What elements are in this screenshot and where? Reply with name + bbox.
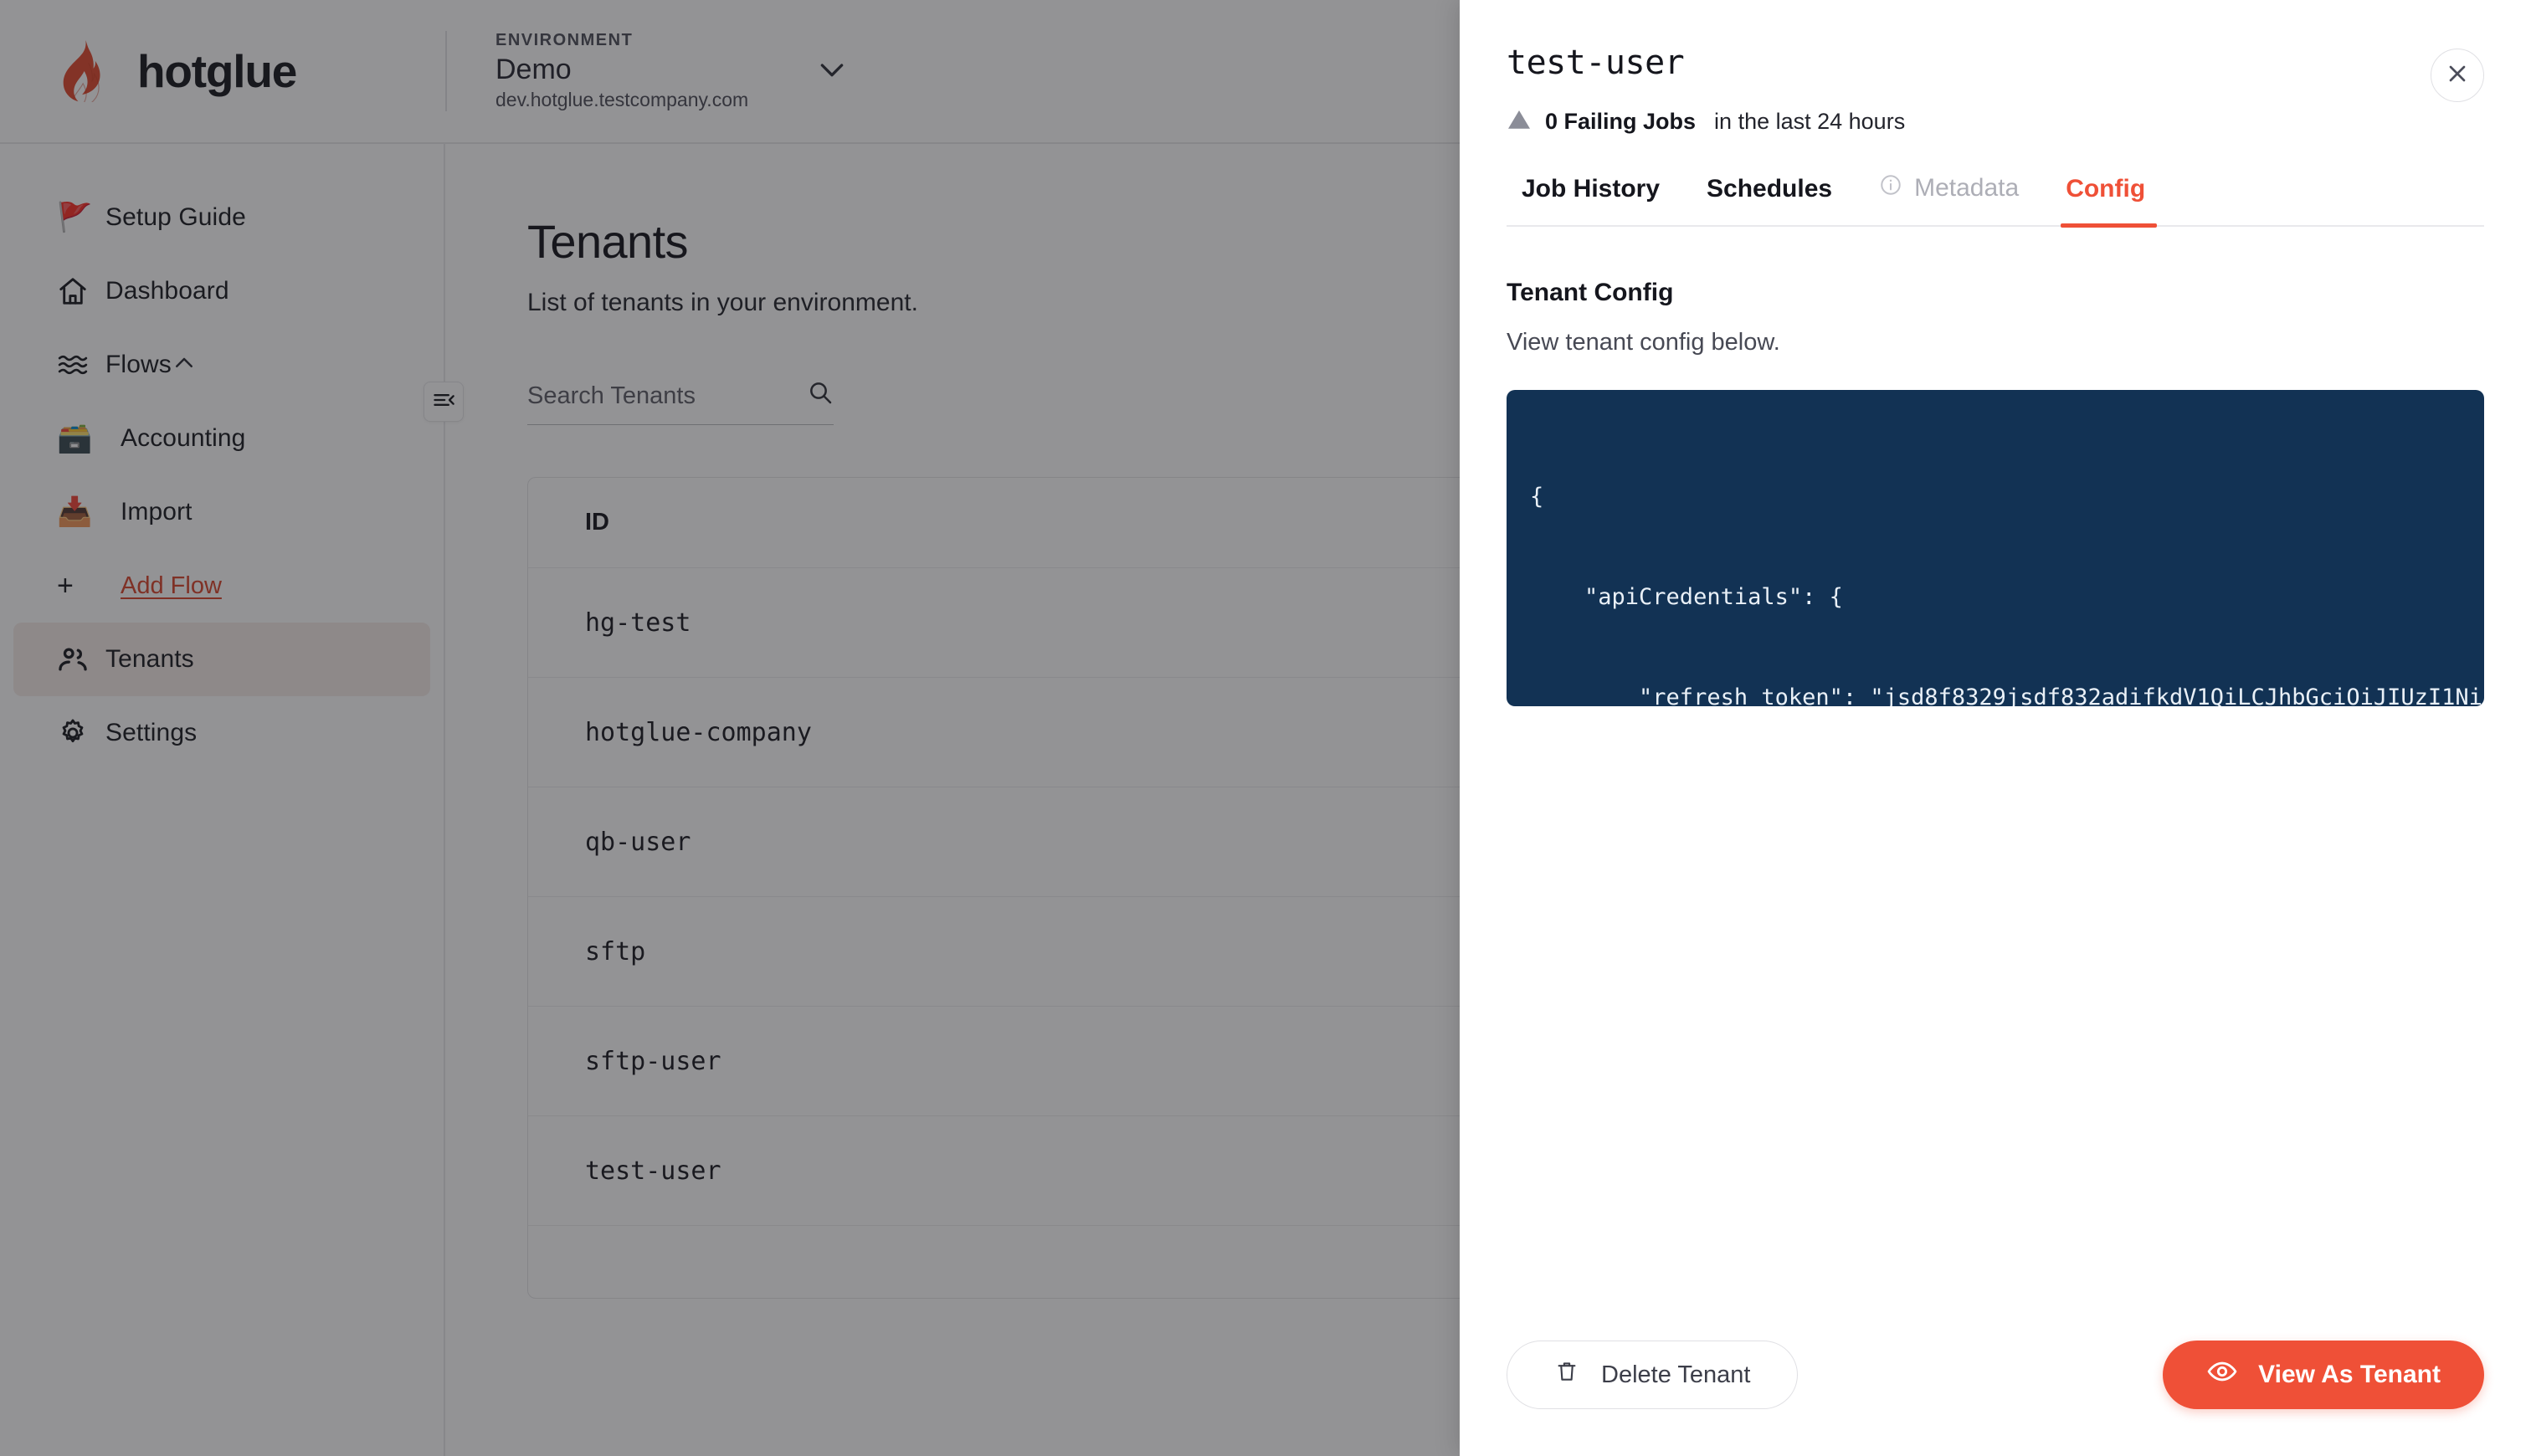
section-title: Tenant Config bbox=[1507, 279, 1674, 306]
failing-jobs-status: 0 Failing Jobs in the last 24 hours bbox=[1507, 107, 2477, 136]
code-line: "apiCredentials": { bbox=[1530, 584, 1843, 610]
view-as-tenant-button[interactable]: View As Tenant bbox=[2163, 1341, 2484, 1409]
section-subtitle: View tenant config below. bbox=[1507, 329, 1780, 356]
app-root: hotglue ENVIRONMENT Demo dev.hotglue.tes… bbox=[0, 0, 2531, 1456]
tab-label: Schedules bbox=[1707, 175, 1833, 203]
delete-tenant-label: Delete Tenant bbox=[1601, 1361, 1751, 1388]
tab-label: Metadata bbox=[1914, 174, 2020, 202]
tenant-config-code-block[interactable]: { "apiCredentials": { "refresh_token": "… bbox=[1507, 390, 2484, 706]
drawer-header: test-user 0 Failing Jobs in the last 24 … bbox=[1460, 0, 2531, 136]
close-icon bbox=[2444, 60, 2471, 91]
close-button[interactable] bbox=[2431, 49, 2484, 102]
failing-jobs-count: 0 Failing Jobs bbox=[1545, 109, 1697, 134]
tab-job-history[interactable]: Job History bbox=[1507, 175, 1683, 225]
code-line: "refresh_token": "jsd8f8329jsdf832adifkd… bbox=[1530, 684, 2484, 706]
drawer-tabs: Job History Schedules Metadata Config bbox=[1507, 173, 2484, 228]
tab-config[interactable]: Config bbox=[2042, 175, 2169, 228]
tab-metadata[interactable]: Metadata bbox=[1856, 173, 2042, 225]
tab-schedules[interactable]: Schedules bbox=[1683, 175, 1856, 225]
trash-icon bbox=[1554, 1358, 1579, 1392]
drawer-footer: Delete Tenant View As Tenant bbox=[1460, 1341, 2531, 1456]
eye-icon bbox=[2206, 1359, 2238, 1391]
failing-jobs-suffix: in the last 24 hours bbox=[1714, 109, 1906, 134]
drawer-body: Tenant Config View tenant config below. … bbox=[1460, 227, 2531, 1341]
info-circle-icon bbox=[1879, 173, 1902, 203]
tab-label: Config bbox=[2066, 175, 2146, 203]
code-line: { bbox=[1530, 484, 1544, 510]
warning-triangle-icon bbox=[1507, 107, 1532, 136]
delete-tenant-button[interactable]: Delete Tenant bbox=[1507, 1341, 1799, 1409]
tab-label: Job History bbox=[1522, 175, 1661, 203]
view-as-tenant-label: View As Tenant bbox=[2258, 1361, 2441, 1388]
tenant-detail-drawer: test-user 0 Failing Jobs in the last 24 … bbox=[1460, 0, 2531, 1456]
drawer-title: test-user bbox=[1507, 44, 1685, 82]
